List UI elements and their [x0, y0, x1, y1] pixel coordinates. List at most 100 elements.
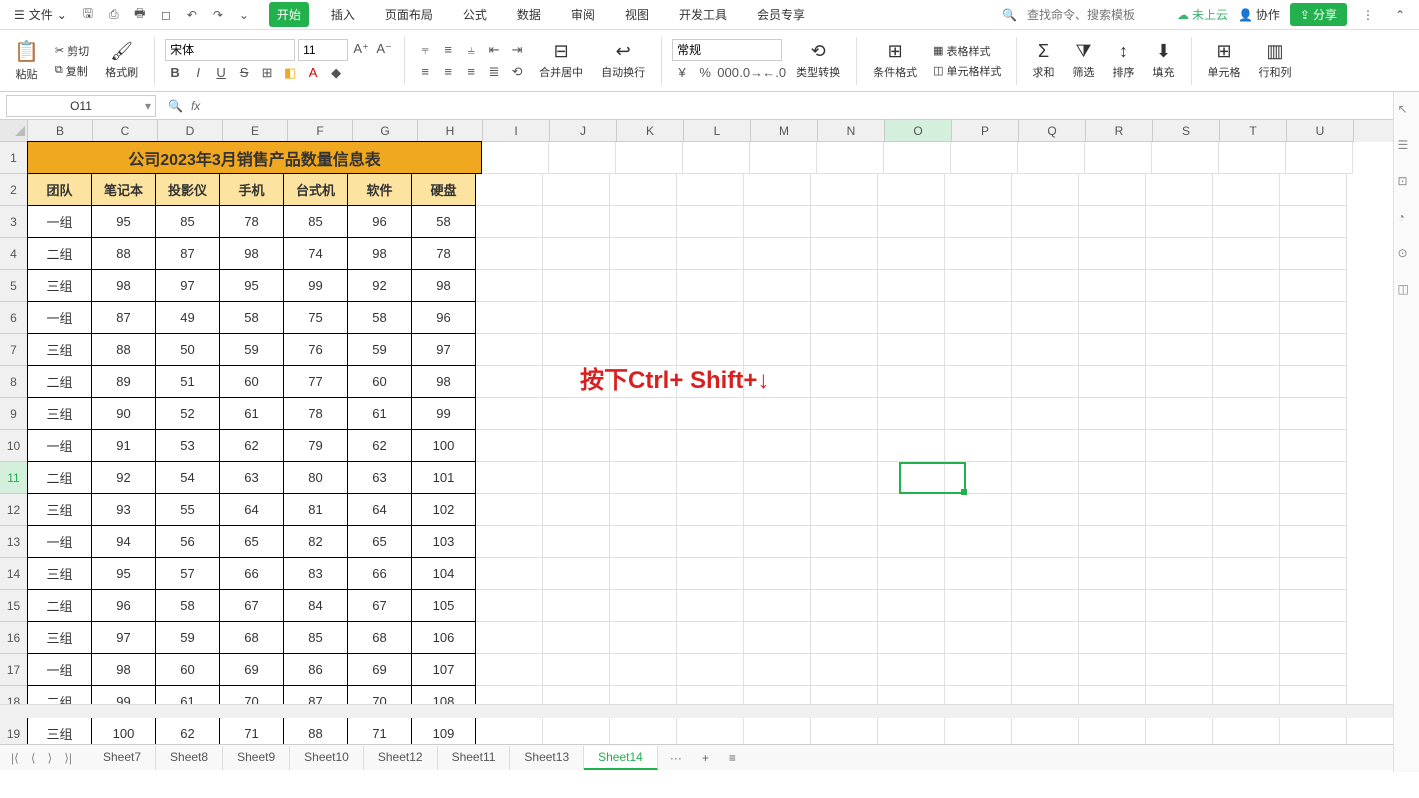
cell-F19[interactable]: 88 — [283, 717, 348, 744]
cell-E14[interactable]: 66 — [219, 557, 284, 590]
cell-I1[interactable] — [482, 142, 549, 174]
indent-right-icon[interactable]: ⇥ — [507, 40, 527, 60]
cell-O3[interactable] — [878, 206, 945, 238]
cell-P5[interactable] — [945, 270, 1012, 302]
cell-K17[interactable] — [610, 654, 677, 686]
cell-S6[interactable] — [1146, 302, 1213, 334]
decrease-font-icon[interactable]: A⁻ — [374, 39, 394, 59]
fill-button[interactable]: ⬇填充 — [1147, 39, 1181, 82]
cell-E10[interactable]: 62 — [219, 429, 284, 462]
cell-Q2[interactable] — [1012, 174, 1079, 206]
cell-J14[interactable] — [543, 558, 610, 590]
cut-button[interactable]: ✂剪切 — [51, 42, 93, 60]
cell-M2[interactable] — [744, 174, 811, 206]
chevron-down-icon[interactable]: ⌄ — [233, 4, 255, 26]
cell-H3[interactable]: 58 — [411, 205, 476, 238]
font-select[interactable] — [165, 39, 295, 61]
name-box[interactable]: O11 ▾ — [6, 95, 156, 117]
cell-N3[interactable] — [811, 206, 878, 238]
row-header-9[interactable]: 9 — [0, 398, 28, 430]
cell-B11[interactable]: 二组 — [27, 461, 92, 494]
sheet-tab-Sheet9[interactable]: Sheet9 — [223, 746, 290, 770]
cell-C15[interactable]: 96 — [91, 589, 156, 622]
cell-S2[interactable] — [1146, 174, 1213, 206]
cell-B5[interactable]: 三组 — [27, 269, 92, 302]
cell-D12[interactable]: 55 — [155, 493, 220, 526]
cell-E9[interactable]: 61 — [219, 397, 284, 430]
cell-L16[interactable] — [677, 622, 744, 654]
cell-S1[interactable] — [1152, 142, 1219, 174]
sheet-tab-Sheet12[interactable]: Sheet12 — [364, 746, 438, 770]
cell-P11[interactable] — [945, 462, 1012, 494]
cell-L19[interactable] — [677, 718, 744, 744]
col-header-R[interactable]: R — [1086, 120, 1153, 142]
sheet-tab-Sheet14[interactable]: Sheet14 — [584, 746, 658, 770]
cell-I2[interactable] — [476, 174, 543, 206]
cell-M16[interactable] — [744, 622, 811, 654]
cell-C9[interactable]: 90 — [91, 397, 156, 430]
cell-T16[interactable] — [1213, 622, 1280, 654]
wrap-button[interactable]: ↩自动换行 — [595, 39, 651, 82]
cloud-status[interactable]: ☁未上云 — [1177, 6, 1228, 23]
cell-P17[interactable] — [945, 654, 1012, 686]
cell-E16[interactable]: 68 — [219, 621, 284, 654]
cell-H7[interactable]: 97 — [411, 333, 476, 366]
cell-T6[interactable] — [1213, 302, 1280, 334]
sheet-more-button[interactable]: ··· — [662, 751, 690, 765]
fill-color-icon[interactable]: ◧ — [280, 63, 300, 83]
cell-U3[interactable] — [1280, 206, 1347, 238]
fx-label[interactable]: fx — [191, 99, 200, 113]
row-header-19[interactable]: 19 — [0, 718, 28, 744]
cell-G5[interactable]: 92 — [347, 269, 412, 302]
cell-H12[interactable]: 102 — [411, 493, 476, 526]
cell-K16[interactable] — [610, 622, 677, 654]
cell-L10[interactable] — [677, 430, 744, 462]
cell-S16[interactable] — [1146, 622, 1213, 654]
print-preview-icon[interactable]: ⎙ — [103, 4, 125, 26]
sheet-list-button[interactable]: ≡ — [721, 751, 744, 765]
cell-P7[interactable] — [945, 334, 1012, 366]
cell-O6[interactable] — [878, 302, 945, 334]
cell-T3[interactable] — [1213, 206, 1280, 238]
cell-S15[interactable] — [1146, 590, 1213, 622]
cell-J19[interactable] — [543, 718, 610, 744]
format-painter-button[interactable]: 🖌 格式刷 — [99, 39, 144, 82]
cell-R13[interactable] — [1079, 526, 1146, 558]
cell-H19[interactable]: 109 — [411, 717, 476, 744]
cell-M11[interactable] — [744, 462, 811, 494]
col-header-K[interactable]: K — [617, 120, 684, 142]
bold-icon[interactable]: B — [165, 63, 185, 83]
cell-J1[interactable] — [549, 142, 616, 174]
cell-H16[interactable]: 106 — [411, 621, 476, 654]
cell-C13[interactable]: 94 — [91, 525, 156, 558]
cell-C12[interactable]: 93 — [91, 493, 156, 526]
row-header-16[interactable]: 16 — [0, 622, 28, 654]
cell-R3[interactable] — [1079, 206, 1146, 238]
cell-T9[interactable] — [1213, 398, 1280, 430]
cell-L14[interactable] — [677, 558, 744, 590]
cell-P2[interactable] — [945, 174, 1012, 206]
cell-I7[interactable] — [476, 334, 543, 366]
cell-N16[interactable] — [811, 622, 878, 654]
cell-B15[interactable]: 二组 — [27, 589, 92, 622]
col-header-L[interactable]: L — [684, 120, 751, 142]
sheet-tab-Sheet11[interactable]: Sheet11 — [438, 746, 511, 770]
col-header-H[interactable]: H — [418, 120, 483, 142]
cell-R7[interactable] — [1079, 334, 1146, 366]
cell-D8[interactable]: 51 — [155, 365, 220, 398]
cell-L2[interactable] — [677, 174, 744, 206]
cell-D9[interactable]: 52 — [155, 397, 220, 430]
ribbon-tab-1[interactable]: 插入 — [323, 2, 363, 27]
cell-I10[interactable] — [476, 430, 543, 462]
cell-G14[interactable]: 66 — [347, 557, 412, 590]
row-header-17[interactable]: 17 — [0, 654, 28, 686]
cell-G8[interactable]: 60 — [347, 365, 412, 398]
sum-button[interactable]: Σ求和 — [1027, 39, 1061, 82]
cell-E2[interactable]: 手机 — [219, 173, 284, 206]
cell-N1[interactable] — [817, 142, 884, 174]
cell-E8[interactable]: 60 — [219, 365, 284, 398]
cell-T8[interactable] — [1213, 366, 1280, 398]
cell-F5[interactable]: 99 — [283, 269, 348, 302]
cell-K6[interactable] — [610, 302, 677, 334]
cell-J17[interactable] — [543, 654, 610, 686]
